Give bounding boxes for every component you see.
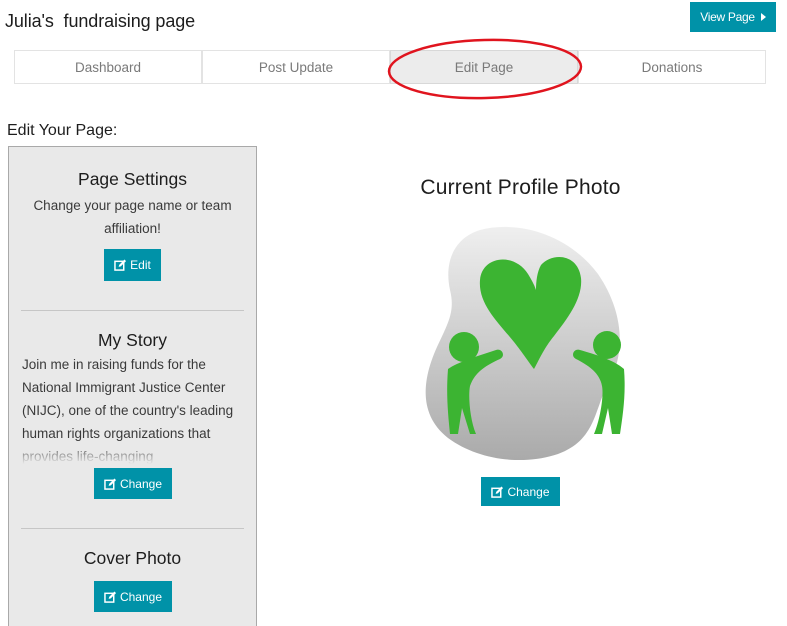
page-settings-edit-button[interactable]: Edit — [104, 249, 161, 281]
view-page-label: View Page — [700, 10, 755, 24]
my-story-change-button[interactable]: Change — [94, 468, 172, 499]
change-label: Change — [119, 476, 163, 491]
tab-label: Dashboard — [74, 59, 142, 75]
profile-photo — [425, 227, 625, 460]
edit-sidebar: Page Settings Change your page name or t… — [8, 146, 257, 626]
edit-icon — [104, 591, 117, 603]
my-story-title: My Story — [97, 330, 168, 350]
cover-photo-change-button[interactable]: Change — [94, 581, 172, 612]
edit-your-page-heading: Edit Your Page: — [7, 122, 118, 139]
story-fade — [22, 442, 250, 464]
tab-label: Donations — [641, 59, 703, 75]
section-divider — [21, 528, 244, 529]
tab-bar: Dashboard Post Update Edit Page Donation… — [14, 50, 766, 84]
tab-label: Edit Page — [454, 59, 514, 75]
edit-label: Edit — [130, 258, 151, 272]
tab-edit-page[interactable]: Edit Page — [390, 50, 578, 84]
tab-donations[interactable]: Donations — [578, 50, 766, 84]
edit-icon — [114, 259, 127, 271]
change-label: Change — [507, 484, 550, 499]
tab-dashboard[interactable]: Dashboard — [14, 50, 202, 84]
profile-photo-change-button[interactable]: Change — [481, 477, 560, 506]
cover-photo-title: Cover Photo — [83, 548, 182, 568]
caret-right-icon — [760, 13, 766, 21]
section-divider — [21, 310, 244, 311]
page-settings-description: Change your page name or team affiliatio… — [33, 198, 232, 236]
page-title: Julia's fundraising page — [5, 11, 196, 31]
view-page-button[interactable]: View Page — [690, 2, 776, 32]
tab-label: Post Update — [258, 59, 334, 75]
edit-icon — [104, 478, 117, 490]
change-label: Change — [119, 589, 163, 604]
tab-post-update[interactable]: Post Update — [202, 50, 390, 84]
edit-icon — [491, 486, 504, 498]
profile-photo-title: Current Profile Photo — [420, 176, 621, 199]
page-settings-title: Page Settings — [78, 169, 187, 189]
